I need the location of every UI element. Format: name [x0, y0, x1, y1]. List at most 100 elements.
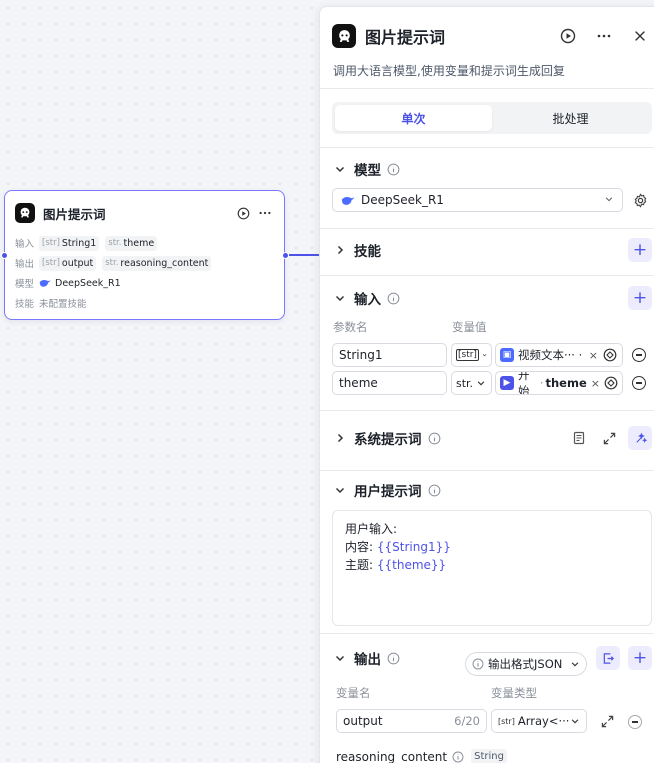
char-counter: 6/20 [454, 714, 480, 728]
output-format-select[interactable]: 输出格式JSON [465, 652, 587, 676]
gear-icon[interactable] [631, 191, 649, 209]
user-prompt-editor[interactable]: 用户输入: 内容: {{String1}} 主题: {{theme}} [332, 510, 652, 626]
input-tag: [str] String1 [39, 235, 100, 251]
column-label: 变量名 [336, 686, 371, 700]
output-tag: [str] output [39, 255, 97, 271]
reasoning-name: reasoning_content [336, 749, 448, 763]
section-title: 输入 [354, 292, 381, 308]
chevron-down-icon [571, 719, 579, 724]
llm-node-card[interactable]: 图片提示词 输入 [str] String1 str. theme 输出 [str]… [4, 190, 285, 320]
panel-title: 图片提示词 [365, 28, 446, 47]
variable-picker-icon[interactable] [604, 375, 618, 391]
template-library-icon[interactable] [568, 427, 590, 449]
import-output-button[interactable] [596, 646, 620, 670]
row-label: 输入 [15, 239, 35, 250]
deepseek-icon [39, 278, 51, 288]
more-options-icon[interactable] [256, 204, 274, 222]
node-output-handle[interactable] [282, 252, 289, 259]
clear-icon[interactable]: × [589, 349, 598, 362]
chevron-down-icon [477, 381, 485, 386]
expand-icon[interactable] [598, 427, 620, 449]
info-icon[interactable] [387, 292, 400, 305]
chevron-down-icon[interactable] [332, 482, 348, 498]
prompt-line: 用户输入: [345, 522, 398, 536]
row-label: 技能 [15, 299, 35, 310]
chevron-right-icon[interactable] [332, 242, 348, 258]
node-row-skills: 技能 未配置技能 [15, 293, 276, 313]
param-type-select[interactable]: str. [451, 371, 492, 395]
node-row-input: 输入 [str] String1 str. theme [15, 233, 276, 253]
divider [320, 633, 654, 634]
node-input-handle[interactable] [1, 252, 8, 259]
variable-reference[interactable]: ▣ 视频文本··· · × [495, 343, 623, 367]
deepseek-icon [341, 195, 355, 206]
ai-optimize-button[interactable] [628, 426, 652, 450]
panel-header: 图片提示词 [332, 24, 652, 48]
row-label: 模型 [15, 279, 35, 290]
divider [320, 275, 654, 276]
chevron-down-icon[interactable] [332, 161, 348, 177]
panel-description: 调用大语言模型,使用变量和提示词生成回复 [333, 64, 565, 78]
tab-single[interactable]: 单次 [335, 105, 492, 131]
array-type-icon: [str] [456, 349, 479, 361]
clear-icon[interactable]: × [591, 377, 600, 390]
input-tag: str. theme [105, 235, 158, 251]
variable-reference[interactable]: ▶ 开始 · theme × [495, 371, 623, 395]
remove-output-icon[interactable] [628, 715, 642, 729]
close-icon[interactable] [628, 24, 652, 48]
section-skills-header[interactable]: 技能 + [332, 238, 652, 262]
output-name-input[interactable]: output 6/20 [336, 709, 487, 733]
tab-batch[interactable]: 批处理 [492, 105, 649, 131]
section-title: 系统提示词 [354, 432, 422, 448]
info-icon[interactable] [428, 432, 441, 445]
chevron-right-icon[interactable] [332, 430, 348, 446]
param-name-input[interactable]: String1 [332, 343, 447, 367]
add-skill-button[interactable]: + [628, 238, 652, 262]
add-output-button[interactable]: + [628, 646, 652, 670]
section-title: 模型 [354, 163, 381, 179]
node-header: 图片提示词 [15, 203, 274, 223]
chevron-down-icon[interactable] [332, 650, 348, 666]
section-input-header[interactable]: 输入 + [332, 286, 652, 310]
prompt-line: 主题: {{theme}} [345, 558, 447, 572]
section-model-header[interactable]: 模型 [332, 158, 652, 180]
variable-picker-icon[interactable] [602, 347, 618, 363]
start-node-icon: ▶ [500, 376, 514, 390]
section-user-prompt-header[interactable]: 用户提示词 [332, 479, 652, 501]
info-icon [472, 658, 484, 670]
divider [320, 88, 654, 89]
column-label: 变量值 [452, 320, 487, 334]
output-type-select[interactable]: [str] Array<··· [491, 709, 587, 733]
expand-icon[interactable] [596, 710, 618, 732]
more-options-icon[interactable] [592, 24, 616, 48]
node-summary: 输入 [str] String1 str. theme 输出 [str] output… [15, 233, 276, 313]
remove-param-icon[interactable] [632, 376, 646, 390]
output-tag: str. reasoning_content [102, 255, 212, 271]
divider [320, 228, 654, 229]
run-node-icon[interactable] [556, 24, 580, 48]
row-label: 输出 [15, 259, 35, 270]
run-mode-tabs: 单次 批处理 [332, 102, 652, 134]
divider [320, 470, 654, 471]
section-title: 用户提示词 [354, 484, 422, 500]
chevron-down-icon[interactable] [332, 290, 348, 306]
node-row-output: 输出 [str] output str. reasoning_content [15, 253, 276, 273]
prompt-line: 内容: {{String1}} [345, 540, 451, 554]
info-icon[interactable] [387, 652, 400, 665]
node-skills-value: 未配置技能 [39, 299, 87, 310]
section-system-prompt-header[interactable]: 系统提示词 [332, 426, 652, 450]
info-icon[interactable] [428, 484, 441, 497]
node-row-model: 模型 DeepSeek_R1 [15, 273, 276, 293]
param-type-select[interactable]: [str] [451, 343, 492, 367]
remove-param-icon[interactable] [632, 348, 646, 362]
info-icon[interactable] [387, 163, 400, 176]
run-node-icon[interactable] [234, 204, 252, 222]
reasoning-output-row: reasoning_content String [336, 749, 513, 763]
model-select[interactable]: DeepSeek_R1 [332, 188, 623, 212]
section-title: 技能 [354, 244, 381, 260]
info-icon[interactable] [452, 750, 465, 763]
node-model-name: DeepSeek_R1 [55, 277, 121, 289]
param-name-input[interactable]: theme [332, 371, 447, 395]
connection-edge [289, 254, 321, 256]
add-input-button[interactable]: + [628, 286, 652, 310]
